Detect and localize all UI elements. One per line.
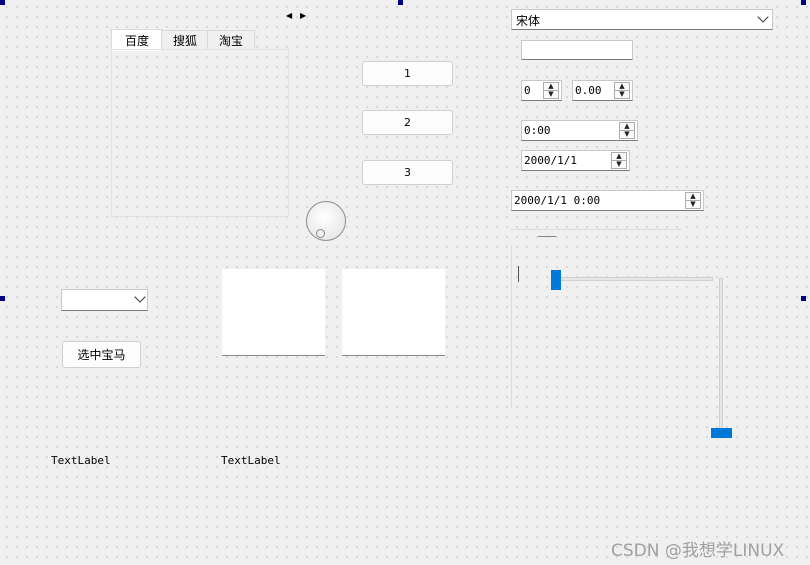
button-label: 2 [404,116,411,129]
double-spin-box[interactable]: 0.00 ▲ ▼ [572,80,633,101]
button-label: 3 [404,166,411,179]
selection-handle-top-left[interactable] [0,0,5,5]
arrow-up-icon[interactable]: ▲ [544,83,558,90]
tab-scroll-arrows[interactable]: ◀ ▶ [284,11,308,21]
arrow-down-icon[interactable]: ▼ [612,160,626,168]
text-label-1: TextLabel [51,454,111,467]
slider-handle[interactable] [711,428,732,438]
selection-handle-top-far-right[interactable] [801,0,806,5]
slider-groove [719,278,723,438]
datetime-value: 2000/1/1 0:00 [514,194,601,207]
chevron-down-icon [134,291,146,303]
tab-label: 淘宝 [218,34,243,48]
button-3[interactable]: 3 [362,160,453,185]
slider-handle[interactable] [551,270,561,290]
spin-value: 0 [524,84,531,97]
button-1[interactable]: 1 [362,61,453,86]
spin-buttons[interactable]: ▲ ▼ [685,192,701,209]
tab-label: 搜狐 [172,34,197,48]
spin-buttons[interactable]: ▲ ▼ [543,82,559,99]
frame-left [222,269,325,356]
font-combo-value: 宋体 [516,14,541,28]
frame-right [342,269,445,356]
spin-buttons[interactable]: ▲ ▼ [619,122,635,139]
spin-buttons[interactable]: ▲ ▼ [614,82,630,99]
chevron-down-icon [757,11,769,23]
date-value: 2000/1/1 [524,154,577,167]
arrow-up-icon[interactable]: ▲ [612,153,626,160]
selection-handle-right[interactable] [801,296,806,301]
dial-notch [316,229,325,238]
vertical-slider[interactable] [711,278,732,438]
arrow-down-icon[interactable]: ▼ [615,90,629,98]
arrow-left-icon[interactable]: ◀ [286,11,292,21]
time-value: 0:00 [524,124,551,137]
watermark: CSDN @我想学LINUX [611,541,785,561]
arrow-down-icon[interactable]: ▼ [686,200,700,208]
select-bmw-button[interactable]: 选中宝马 [62,341,141,368]
datetime-edit[interactable]: 2000/1/1 0:00 ▲ ▼ [511,190,704,211]
selection-handle-top-right[interactable] [398,0,403,5]
arrow-up-icon[interactable]: ▲ [686,193,700,200]
time-edit[interactable]: 0:00 ▲ ▼ [521,120,638,141]
spin-buttons[interactable]: ▲ ▼ [611,152,627,169]
slider-groove [551,277,713,281]
int-spin-box[interactable]: 0 ▲ ▼ [521,80,562,101]
arrow-down-icon[interactable]: ▼ [544,90,558,98]
font-combo-box[interactable]: 宋体 [511,9,773,30]
group-box-title-line [538,236,556,237]
tab-baidu[interactable]: 百度 [111,29,163,51]
button-label: 选中宝马 [77,348,126,362]
arrow-up-icon[interactable]: ▲ [615,83,629,90]
tab-page [111,49,289,217]
button-2[interactable]: 2 [362,110,453,135]
group-box-left-line [511,245,512,408]
dial[interactable] [306,201,346,241]
date-edit[interactable]: 2000/1/1 ▲ ▼ [521,150,630,171]
text-cursor [518,266,519,282]
line-edit[interactable] [521,40,633,60]
horizontal-slider[interactable] [551,270,713,290]
arrow-down-icon[interactable]: ▼ [620,130,634,138]
text-label-2: TextLabel [221,454,281,467]
arrow-right-icon[interactable]: ▶ [300,11,306,21]
tab-label: 百度 [124,34,149,48]
selection-handle-left[interactable] [0,296,5,301]
group-box-top-line [511,229,681,230]
arrow-up-icon[interactable]: ▲ [620,123,634,130]
button-label: 1 [404,67,411,80]
combo-box[interactable] [61,289,148,311]
tab-sohu[interactable]: 搜狐 [161,30,209,50]
spin-value: 0.00 [575,84,602,97]
tab-taobao[interactable]: 淘宝 [207,30,255,50]
